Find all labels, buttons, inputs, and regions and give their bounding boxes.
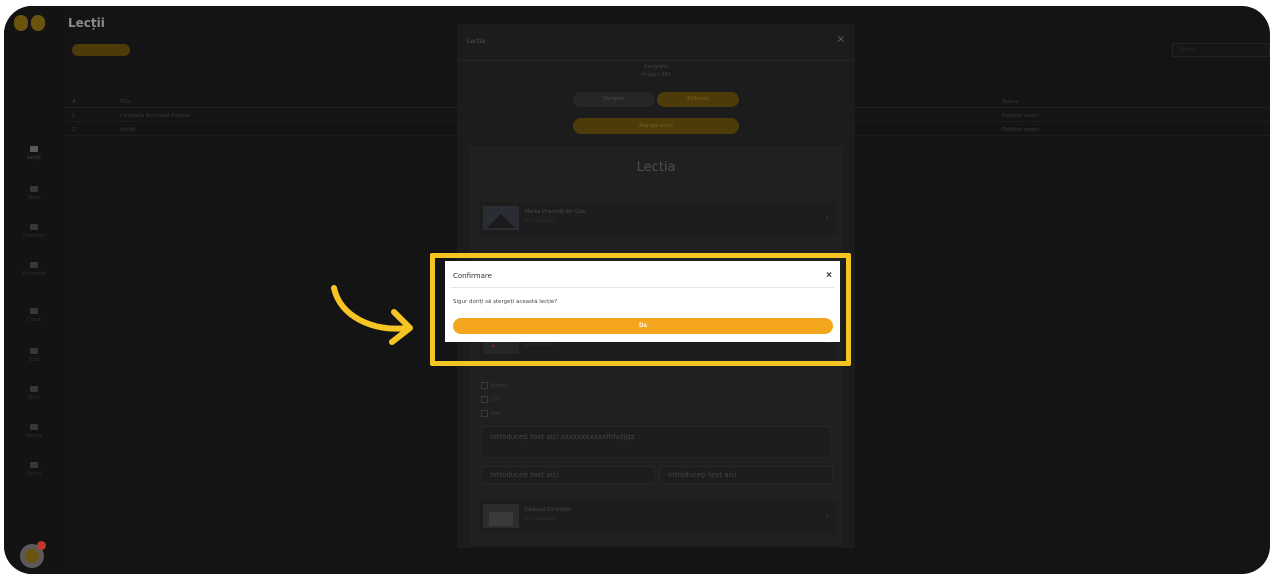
notification-badge xyxy=(37,541,46,550)
item-sub: Vezi materialul xyxy=(525,218,555,223)
sidebar-item-label: Școli xyxy=(28,357,40,363)
divider xyxy=(457,60,855,61)
confirm-dialog: Confirmare × Sigur doriți să ștergeți ac… xyxy=(445,261,840,342)
sidebar-item-lectii[interactable]: Lecții xyxy=(4,146,64,161)
checkbox[interactable] xyxy=(481,382,488,389)
sidebar-item-label: Elevi xyxy=(28,395,40,401)
checkbox-label: Alte xyxy=(491,411,501,417)
chevron-right-icon: › xyxy=(825,213,829,222)
row-status: Publicat recent xyxy=(1002,113,1040,119)
sidebar-item-label: Teste xyxy=(27,195,41,201)
pyramid-thumbnail xyxy=(483,206,519,230)
sidebar: Lecții Teste Profesori Materiale Clase Ș… xyxy=(4,6,64,574)
panel-title: Lecția xyxy=(467,38,485,45)
student-icon xyxy=(30,386,38,392)
dialog-message: Sigur doriți să ștergeți această lecție? xyxy=(453,299,558,305)
divider xyxy=(451,287,834,288)
add-lesson-wide-button[interactable]: Adaugă lecție xyxy=(573,118,739,134)
mail-icon xyxy=(30,424,38,430)
avatar[interactable] xyxy=(20,541,46,568)
sidebar-item-scoli[interactable]: Școli xyxy=(4,348,64,363)
school-icon xyxy=(30,348,38,354)
item-sub: Vezi materialul xyxy=(525,516,555,521)
test-icon xyxy=(30,186,38,192)
sidebar-item-label: Profesori xyxy=(23,233,45,239)
materials-icon xyxy=(30,262,38,268)
sidebar-item-label: Materiale xyxy=(22,271,46,277)
sidebar-item-materiale[interactable]: Materiale xyxy=(4,262,64,277)
item-title: Castelul Corvinilor xyxy=(525,507,571,513)
row-number: 2 xyxy=(72,127,76,133)
close-icon[interactable]: × xyxy=(826,270,832,281)
sidebar-item-label: Lecții xyxy=(27,155,41,161)
app-window: Lecții Teste Profesori Materiale Clase Ș… xyxy=(4,6,1270,574)
panel-subject: Geografie xyxy=(643,64,669,70)
lesson-heading: Lectia xyxy=(636,160,676,175)
page-title: Lecții xyxy=(68,16,105,30)
confirm-button[interactable]: Da xyxy=(453,318,833,334)
sidebar-item-mesaje[interactable]: Mesaje xyxy=(4,424,64,439)
app-logo[interactable] xyxy=(14,13,48,35)
sidebar-item-setari[interactable]: Setări xyxy=(4,462,64,477)
sidebar-item-label: Clase xyxy=(27,317,41,323)
delete-toggle-button[interactable]: Ștergere xyxy=(573,92,655,107)
edit-toggle-button[interactable]: Editează xyxy=(657,92,739,107)
pencil-icon xyxy=(30,146,38,152)
class-icon xyxy=(30,308,38,314)
checkbox-row[interactable]: Editor2 xyxy=(481,382,509,389)
item-title: Marea Piramidă din Giza xyxy=(525,209,586,215)
sidebar-item-clase[interactable]: Clase xyxy=(4,308,64,323)
list-item[interactable]: Castelul Corvinilor Vezi materialul › xyxy=(479,500,837,534)
castle-thumbnail xyxy=(483,504,519,528)
checkbox-label: C/V xyxy=(491,397,500,403)
teacher-icon xyxy=(30,224,38,230)
sidebar-item-teste[interactable]: Teste xyxy=(4,186,64,201)
row-status: Publicat recent xyxy=(1002,127,1040,133)
row-title: Lectia xyxy=(120,127,135,133)
sidebar-item-elevi[interactable]: Elevi xyxy=(4,386,64,401)
column-header: Titlu xyxy=(120,99,131,105)
column-header: # xyxy=(72,99,77,105)
row-title: Civilizatia Antichitat Prodive xyxy=(120,113,191,119)
search-input[interactable]: Caută... xyxy=(1172,43,1270,57)
close-icon[interactable]: × xyxy=(837,34,845,45)
text-input-right[interactable]: Introduceți text aici xyxy=(659,466,833,484)
checkbox[interactable] xyxy=(481,410,488,417)
checkbox-label: Editor2 xyxy=(491,383,509,389)
add-lesson-button[interactable] xyxy=(72,44,130,56)
panel-sub: Imagini 360 xyxy=(641,72,671,78)
sidebar-item-label: Mesaje xyxy=(25,433,43,439)
dialog-title: Confirmare xyxy=(453,272,492,280)
text-area[interactable]: Introduceți text aici xxxxxxxxxxxfhfsdjj… xyxy=(481,426,831,458)
column-header: Status xyxy=(1002,99,1018,105)
checkbox-row[interactable]: C/V xyxy=(481,396,500,403)
sidebar-item-label: Setări xyxy=(26,471,42,477)
row-number: 1 xyxy=(72,113,76,119)
checkbox[interactable] xyxy=(481,396,488,403)
checkbox-row[interactable]: Alte xyxy=(481,410,501,417)
list-item[interactable]: Marea Piramidă din Giza Vezi materialul … xyxy=(479,202,837,236)
gear-icon xyxy=(30,462,38,468)
sidebar-item-profesori[interactable]: Profesori xyxy=(4,224,64,239)
chevron-right-icon: › xyxy=(825,511,829,520)
pointer-arrow-icon xyxy=(331,285,413,345)
text-input-left[interactable]: Introduceți text aici xyxy=(481,466,655,484)
